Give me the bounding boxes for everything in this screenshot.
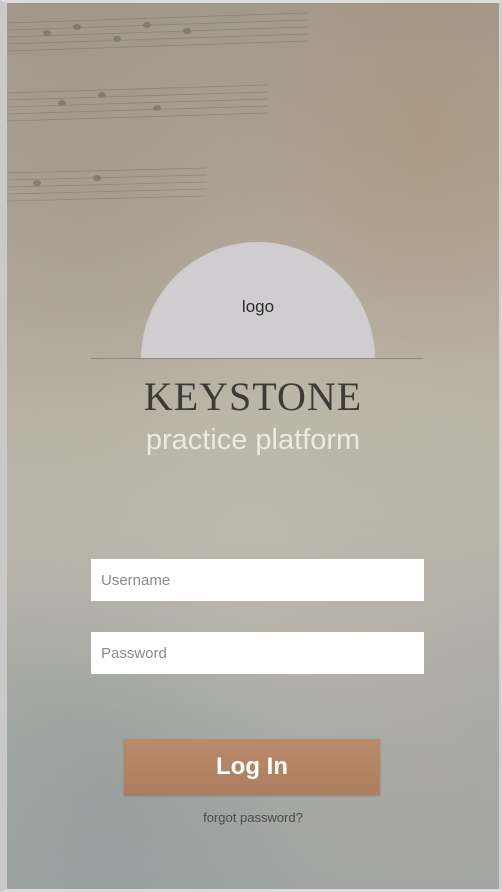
login-screen: logo KEYSTONE practice platform Log In f… (7, 3, 499, 889)
forgot-password-link[interactable]: forgot password? (7, 810, 499, 825)
username-input[interactable] (91, 559, 424, 601)
logo-label: logo (241, 297, 275, 316)
brand-subtitle: practice platform (145, 424, 361, 456)
login-button[interactable]: Log In (124, 739, 380, 795)
brand-divider (91, 358, 423, 359)
brand-title: KEYSTONE (143, 374, 363, 419)
password-input[interactable] (91, 632, 424, 674)
